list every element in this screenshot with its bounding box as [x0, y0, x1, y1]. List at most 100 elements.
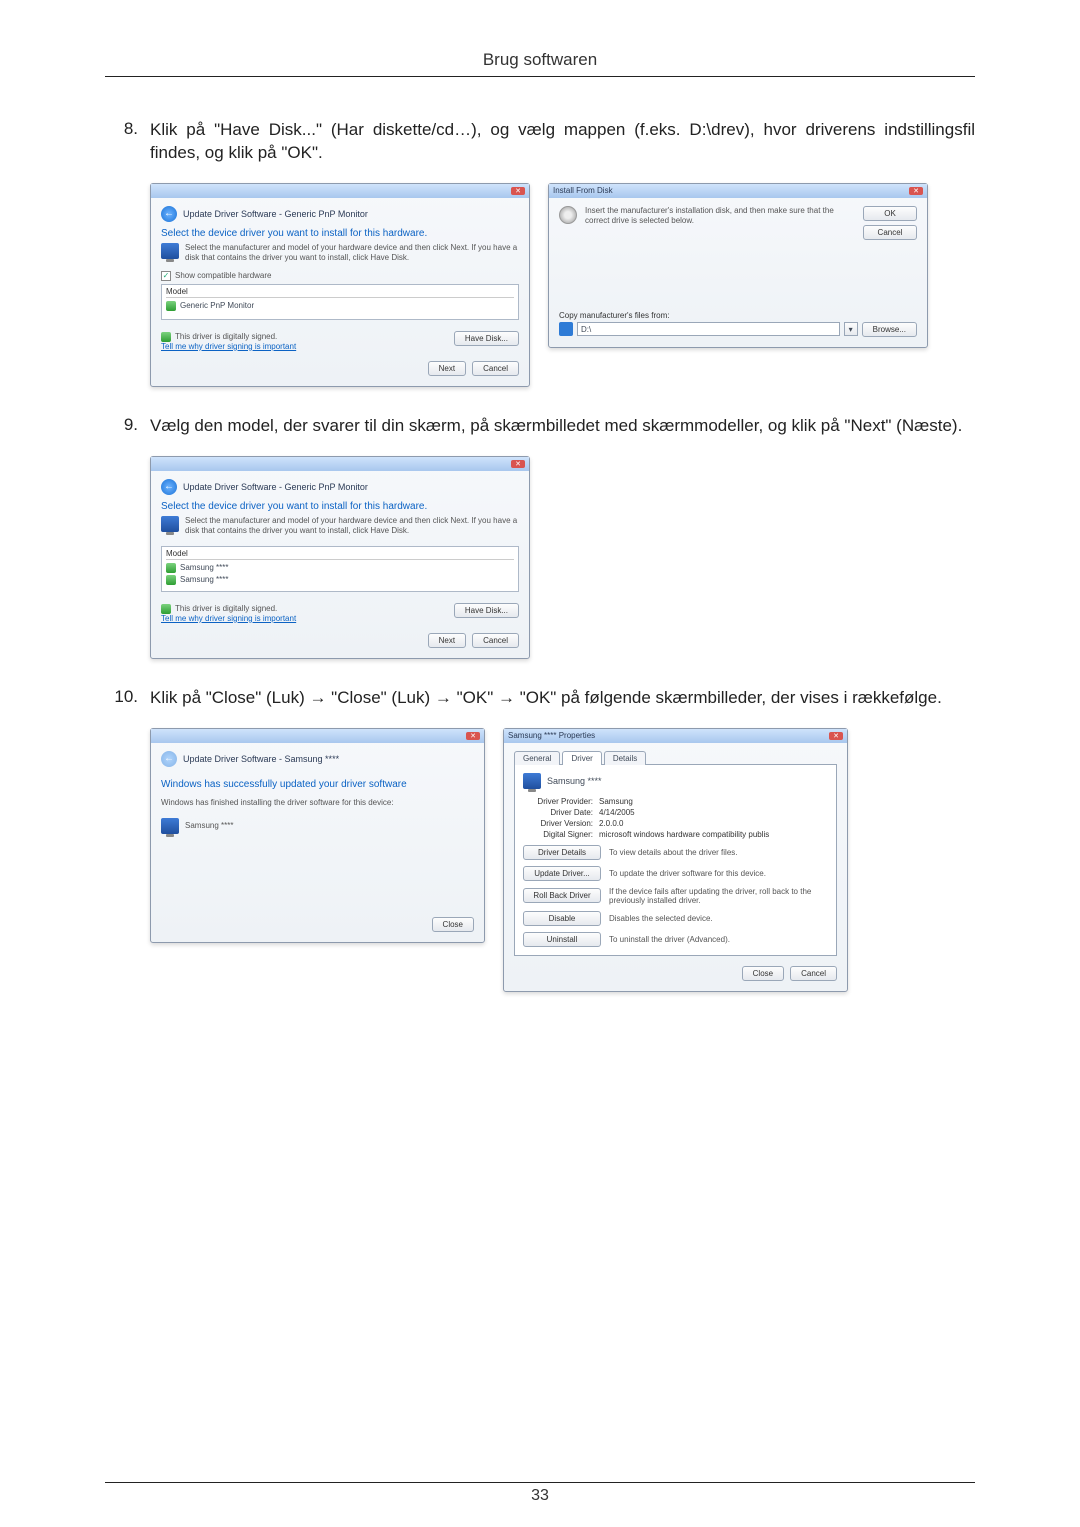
cancel-button[interactable]: Cancel [472, 633, 519, 648]
list-item[interactable]: Samsung **** [166, 562, 514, 574]
desc: To uninstall the driver (Advanced). [609, 935, 828, 944]
disk-icon [559, 206, 577, 224]
list-item-label: Generic PnP Monitor [180, 301, 254, 310]
chevron-down-icon[interactable]: ▾ [844, 322, 858, 336]
screenshot-row-10: ✕ ← Update Driver Software - Samsung ***… [150, 728, 975, 992]
model-list[interactable]: Model Samsung **** Samsung **** [161, 546, 519, 592]
update-driver-dialog-2: ✕ ← Update Driver Software - Generic PnP… [150, 456, 530, 659]
footer-rule [105, 1482, 975, 1483]
value: 4/14/2005 [599, 808, 635, 817]
step-8: 8. Klik på "Have Disk..." (Har diskette/… [105, 119, 975, 165]
step-text: Vælg den model, der svarer til din skærm… [150, 415, 975, 438]
section-heading: Select the device driver you want to ins… [161, 228, 519, 239]
tab-driver[interactable]: Driver [562, 751, 601, 765]
signed-text: This driver is digitally signed. [175, 332, 277, 342]
tab-details[interactable]: Details [604, 751, 646, 765]
dialog-titlebar: ✕ [151, 457, 529, 471]
value: Samsung [599, 797, 633, 806]
ok-button[interactable]: OK [863, 206, 917, 221]
dialog-titlebar: ✕ [151, 729, 484, 743]
screenshot-row-8: ✕ ← Update Driver Software - Generic PnP… [150, 183, 975, 387]
update-driver-button[interactable]: Update Driver... [523, 866, 601, 881]
floppy-icon [559, 322, 573, 336]
close-button[interactable]: Close [432, 917, 474, 932]
step-text: Klik på "Close" (Luk) → "Close" (Luk) → … [150, 687, 975, 710]
section-sub: Select the manufacturer and model of you… [185, 516, 519, 536]
rollback-button[interactable]: Roll Back Driver [523, 888, 601, 903]
list-item-label: Samsung **** [180, 563, 228, 572]
install-msg: Insert the manufacturer's installation d… [585, 206, 855, 240]
have-disk-button[interactable]: Have Disk... [454, 603, 519, 618]
close-icon[interactable]: ✕ [511, 460, 525, 468]
step-number: 9. [105, 415, 150, 435]
section-sub: Select the manufacturer and model of you… [185, 243, 519, 263]
label: Digital Signer: [523, 830, 593, 839]
step-number: 8. [105, 119, 150, 139]
driver-panel: Samsung **** Driver Provider: Samsung Dri… [514, 764, 837, 956]
next-button[interactable]: Next [428, 361, 466, 376]
update-success-dialog: ✕ ← Update Driver Software - Samsung ***… [150, 728, 485, 943]
monitor-icon [161, 516, 179, 532]
close-icon[interactable]: ✕ [829, 732, 843, 740]
monitor-icon [523, 773, 541, 789]
device-name: Samsung **** [547, 773, 602, 786]
tab-general[interactable]: General [514, 751, 560, 765]
cancel-button[interactable]: Cancel [790, 966, 837, 981]
model-list[interactable]: Model Generic PnP Monitor [161, 284, 519, 320]
list-item[interactable]: Samsung **** [166, 574, 514, 586]
path-field[interactable]: D:\ [577, 322, 840, 336]
desc: If the device fails after updating the d… [609, 887, 828, 905]
page-number: 33 [0, 1487, 1080, 1505]
browse-button[interactable]: Browse... [862, 322, 917, 337]
header-rule [105, 76, 975, 77]
properties-dialog: Samsung **** Properties ✕ General Driver… [503, 728, 848, 992]
show-compatible-label: Show compatible hardware [175, 271, 272, 280]
wizard-title: Update Driver Software - Generic PnP Mon… [183, 482, 368, 492]
section-heading: Windows has successfully updated your dr… [161, 779, 474, 790]
label: Driver Version: [523, 819, 593, 828]
dialog-titlebar: Install From Disk ✕ [549, 184, 927, 198]
shield-icon [166, 301, 176, 311]
step-number: 10. [105, 687, 150, 707]
update-driver-dialog: ✕ ← Update Driver Software - Generic PnP… [150, 183, 530, 387]
value: microsoft windows hardware compatibility… [599, 830, 769, 839]
have-disk-button[interactable]: Have Disk... [454, 331, 519, 346]
cancel-button[interactable]: Cancel [472, 361, 519, 376]
monitor-icon [161, 818, 179, 834]
list-item[interactable]: Generic PnP Monitor [166, 300, 514, 312]
driver-details-button[interactable]: Driver Details [523, 845, 601, 860]
tab-bar: General Driver Details [514, 751, 837, 765]
uninstall-button[interactable]: Uninstall [523, 932, 601, 947]
back-arrow-icon[interactable]: ← [161, 479, 177, 495]
signing-link[interactable]: Tell me why driver signing is important [161, 342, 296, 351]
close-button[interactable]: Close [742, 966, 784, 981]
dialog-titlebar: Samsung **** Properties ✕ [504, 729, 847, 743]
step-9: 9. Vælg den model, der svarer til din sk… [105, 415, 975, 438]
close-icon[interactable]: ✕ [909, 187, 923, 195]
list-item-label: Samsung **** [180, 575, 228, 584]
dialog-title: Install From Disk [553, 186, 613, 195]
signed-text: This driver is digitally signed. [175, 604, 277, 614]
desc: To view details about the driver files. [609, 848, 828, 857]
monitor-icon [161, 243, 179, 259]
disable-button[interactable]: Disable [523, 911, 601, 926]
close-icon[interactable]: ✕ [466, 732, 480, 740]
value: 2.0.0.0 [599, 819, 623, 828]
desc: To update the driver software for this d… [609, 869, 828, 878]
next-button[interactable]: Next [428, 633, 466, 648]
show-compatible-checkbox[interactable]: ✓ [161, 271, 171, 281]
step-text: Klik på "Have Disk..." (Har diskette/cd…… [150, 119, 975, 165]
signing-link[interactable]: Tell me why driver signing is important [161, 614, 296, 623]
label: Driver Provider: [523, 797, 593, 806]
screenshot-row-9: ✕ ← Update Driver Software - Generic PnP… [150, 456, 975, 659]
dialog-titlebar: ✕ [151, 184, 529, 198]
close-icon[interactable]: ✕ [511, 187, 525, 195]
page-title: Brug softwaren [105, 50, 975, 70]
section-sub: Windows has finished installing the driv… [161, 798, 474, 808]
back-arrow-icon[interactable]: ← [161, 206, 177, 222]
model-header: Model [166, 549, 514, 560]
cancel-button[interactable]: Cancel [863, 225, 917, 240]
shield-icon [161, 332, 171, 342]
model-header: Model [166, 287, 514, 298]
step-10: 10. Klik på "Close" (Luk) → "Close" (Luk… [105, 687, 975, 710]
